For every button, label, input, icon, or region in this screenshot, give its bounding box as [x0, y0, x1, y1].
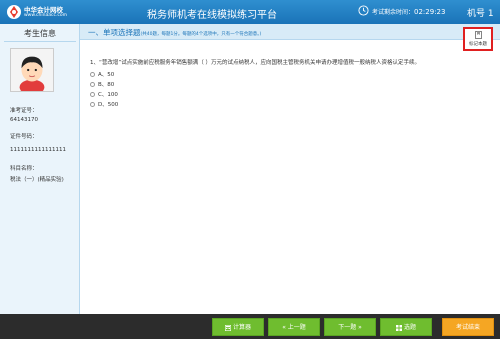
calculator-button[interactable]: 计算器: [212, 318, 264, 336]
prev-question-button[interactable]: « 上一题: [268, 318, 320, 336]
logo-url: www.chinaacc.com: [24, 13, 67, 18]
end-exam-label: 考试结束: [455, 324, 480, 331]
prev-label: « 上一题: [282, 324, 306, 331]
option-d[interactable]: D、500: [90, 100, 118, 108]
app-header: 中华会计网校 www.chinaacc.com 税务师机考在线模拟练习平台 考试…: [0, 0, 500, 24]
candidate-id-value: 64143170: [10, 117, 38, 123]
timer-label: 考试剩余时间：: [372, 9, 415, 16]
section-note: (共40题，每题1分。每题的4个选项中，只有一个符合题意。): [140, 32, 262, 37]
app-title: 税务师机考在线模拟练习平台: [147, 10, 277, 21]
option-label: B、80: [98, 82, 115, 88]
subject-label: 科目名称：: [10, 166, 38, 172]
mark-question-label: 标记本题: [469, 42, 487, 47]
timer-value: 02:29:23: [414, 8, 446, 16]
machine-number: 机号 1: [467, 9, 494, 19]
radio-icon[interactable]: [90, 82, 95, 87]
next-label: 下一题 »: [338, 324, 362, 331]
option-label: D、500: [98, 102, 119, 108]
clock-icon: [358, 5, 369, 16]
section-bar: 一、单项选择题(共40题，每题1分。每题的4个选项中，只有一个符合题意。): [80, 24, 500, 40]
option-a[interactable]: A、50: [90, 70, 114, 78]
option-b[interactable]: B、80: [90, 80, 114, 88]
option-c[interactable]: C、100: [90, 90, 118, 98]
option-label: A、50: [98, 72, 115, 78]
option-label: C、100: [98, 92, 118, 98]
calculator-icon: [224, 324, 231, 331]
grid-icon: [395, 324, 402, 331]
timer: 考试剩余时间：02:29:23: [358, 5, 446, 16]
section-title: 一、单项选择题(共40题，每题1分。每题的4个选项中，只有一个符合题意。): [88, 27, 261, 38]
select-label: 选题: [403, 324, 416, 331]
bookmark-icon: [475, 31, 482, 39]
avatar: [10, 48, 54, 92]
section-title-text: 一、单项选择题: [88, 28, 141, 37]
calculator-label: 计算器: [232, 324, 251, 331]
id-number-value: 1111111111111111: [10, 147, 66, 153]
candidate-id-label: 准考证号：: [10, 108, 38, 114]
sidebar-title: 考生信息: [24, 29, 56, 38]
id-number-label: 证件号码：: [10, 134, 38, 140]
question-text: 1、“营改增”试点实施前应税服务年销售额满（ ）万元的试点纳税人，应向国税主管税…: [90, 60, 420, 66]
sidebar-divider: [4, 41, 76, 42]
next-question-button[interactable]: 下一题 »: [324, 318, 376, 336]
end-exam-button[interactable]: 考试结束: [442, 318, 494, 336]
radio-icon[interactable]: [90, 92, 95, 97]
logo-mark-icon: [7, 5, 21, 19]
logo: 中华会计网校 www.chinaacc.com: [6, 3, 86, 21]
radio-icon[interactable]: [90, 72, 95, 77]
subject-value: 税法（一）(精品实验): [10, 177, 64, 183]
radio-icon[interactable]: [90, 102, 95, 107]
select-question-button[interactable]: 选题: [380, 318, 432, 336]
mark-question-button[interactable]: 标记本题: [463, 27, 493, 51]
candidate-sidebar: 考生信息 准考证号： 64143170 证件号码： 11111111111111…: [0, 24, 80, 314]
